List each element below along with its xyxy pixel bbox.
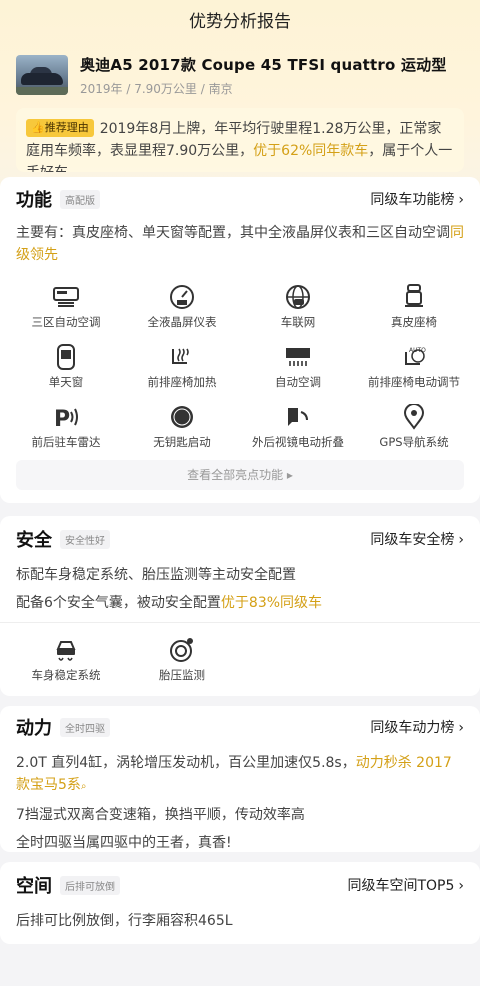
power-card: 动力 全时四驱 同级车动力榜 › 2.0T 直列4缸，涡轮增压发动机，百公里加速仅… <box>0 706 480 852</box>
car-name: 奥迪A5 2017款 Coupe 45 TFSI quattro 运动型 <box>80 55 447 74</box>
auto-ac-icon <box>284 344 312 370</box>
feature-item[interactable]: 自动空调 <box>240 344 356 392</box>
feature-item[interactable]: GPS导航系统 <box>356 404 472 452</box>
space-card: 空间 后排可放倒 同级车空间TOP5 › 后排可比例放倒，行李厢容积465L <box>0 862 480 944</box>
feature-item[interactable]: 三区自动空调 <box>8 284 124 332</box>
space-badge: 后排可放倒 <box>60 875 120 895</box>
recommend-reason-card: 👍推荐理由 2019年8月上牌，年平均行驶里程1.28万公里，正常家庭用车频率，… <box>16 108 464 172</box>
connected-car-icon <box>284 284 312 310</box>
chevron-right-icon: › <box>458 532 464 548</box>
safety-badge: 安全性好 <box>60 529 110 549</box>
tire-pressure-icon <box>168 637 196 663</box>
features-desc: 主要有：真皮座椅、单天窗等配置，其中全液晶屏仪表和三区自动空调同级领先 <box>16 225 464 263</box>
keyless-start-icon <box>168 404 196 430</box>
sunroof-icon <box>52 344 80 370</box>
seat-heat-icon <box>168 344 196 370</box>
car-meta: 2019年 / 7.90万公里 / 南京 <box>80 81 233 96</box>
space-desc: 后排可比例放倒，行李厢容积465L <box>16 913 233 929</box>
chevron-right-icon: › <box>458 720 464 736</box>
features-rank-link[interactable]: 同级车功能榜 › <box>370 189 464 209</box>
safety-desc: 标配车身稳定系统、胎压监测等主动安全配置 配备6个安全气囊，被动安全配置优于83… <box>16 567 323 611</box>
features-title: 功能 <box>16 190 52 211</box>
space-rank-link[interactable]: 同级车空间TOP5 › <box>347 875 464 895</box>
svg-text:AUTO: AUTO <box>409 347 426 354</box>
gps-icon <box>400 404 428 430</box>
safety-item[interactable]: 胎压监测 <box>124 637 240 685</box>
feature-item[interactable]: AUTO 前排座椅电动调节 <box>356 344 472 392</box>
safety-card: 安全 安全性好 同级车安全榜 › 标配车身稳定系统、胎压监测等主动安全配置 配备6… <box>0 516 480 696</box>
mirror-fold-icon <box>284 404 312 430</box>
leather-seat-icon <box>400 284 428 310</box>
feature-item[interactable]: 真皮座椅 <box>356 284 472 332</box>
feature-item[interactable]: 单天窗 <box>8 344 124 392</box>
search-icon: ⌕ <box>80 781 87 792</box>
thumbs-up-icon: 👍 <box>31 121 45 134</box>
feature-item[interactable]: 外后视镜电动折叠 <box>240 404 356 452</box>
power-rank-link[interactable]: 同级车动力榜 › <box>370 717 464 737</box>
power-desc: 2.0T 直列4缸，涡轮增压发动机，百公里加速仅5.8s，动力秒杀 2017款宝… <box>16 755 452 851</box>
power-badge: 全时四驱 <box>60 717 110 737</box>
lcd-gauge-icon <box>168 284 196 310</box>
car-summary[interactable]: 奥迪A5 2017款 Coupe 45 TFSI quattro 运动型 201… <box>0 44 480 98</box>
space-title: 空间 <box>16 876 52 897</box>
chevron-right-icon: › <box>458 878 464 894</box>
feature-item[interactable]: 前排座椅加热 <box>124 344 240 392</box>
recommend-tag: 👍推荐理由 <box>26 119 94 137</box>
safety-rank-link[interactable]: 同级车安全榜 › <box>370 529 464 549</box>
safety-title: 安全 <box>16 530 52 551</box>
feature-item[interactable]: 车联网 <box>240 284 356 332</box>
safety-grid: 车身稳定系统 胎压监测 <box>0 623 480 685</box>
features-card: 功能 高配版 同级车功能榜 › 主要有：真皮座椅、单天窗等配置，其中全液晶屏仪表和… <box>0 177 480 503</box>
parking-radar-icon: P <box>52 404 80 430</box>
view-all-features-button[interactable]: 查看全部亮点功能 ▸ <box>16 460 464 490</box>
chevron-right-icon: › <box>458 192 464 208</box>
page-title: 优势分析报告 <box>189 12 291 32</box>
features-grid: 三区自动空调 全液晶屏仪表 车联网 真皮座椅 单天窗 前排座椅加热 自动空调 A… <box>0 266 480 452</box>
climate-icon <box>52 284 80 310</box>
feature-item[interactable]: 全液晶屏仪表 <box>124 284 240 332</box>
caret-right-icon: ▸ <box>286 468 293 482</box>
svg-text:P: P <box>54 407 70 430</box>
power-title: 动力 <box>16 718 52 739</box>
features-badge: 高配版 <box>60 189 100 209</box>
safety-item[interactable]: 车身稳定系统 <box>8 637 124 685</box>
seat-adjust-icon: AUTO <box>400 344 428 370</box>
stability-icon <box>52 637 80 663</box>
feature-item[interactable]: 无钥匙启动 <box>124 404 240 452</box>
feature-item[interactable]: P 前后驻车雷达 <box>8 404 124 452</box>
reason-highlight: 优于62%同年款车 <box>253 143 369 159</box>
car-thumbnail <box>16 55 68 95</box>
